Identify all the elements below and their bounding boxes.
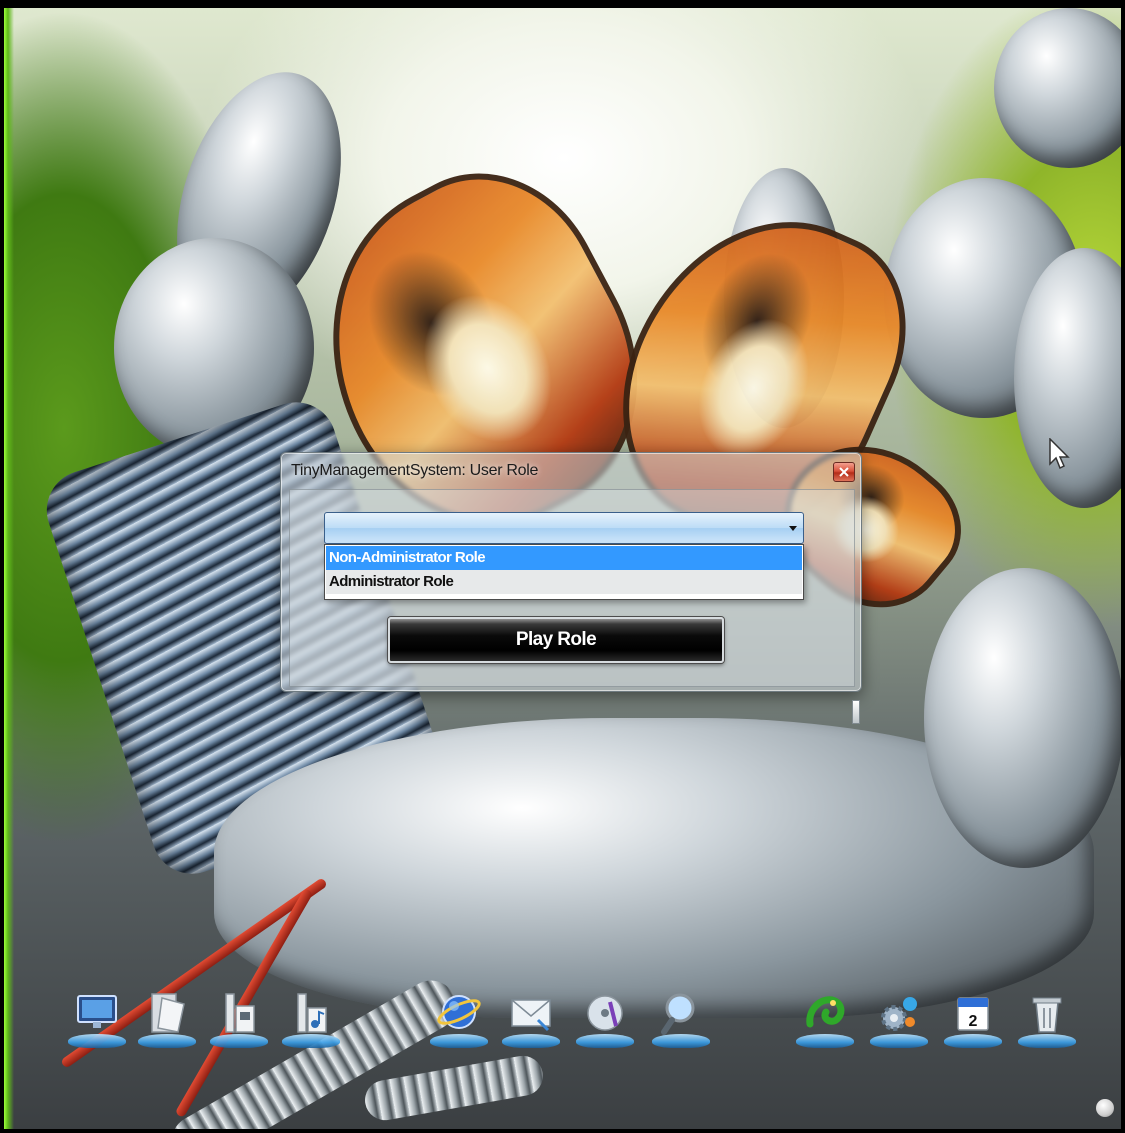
dock-shelf: [576, 1034, 634, 1048]
dialog-body: Non-Administrator Role Administrator Rol…: [289, 489, 860, 724]
dock-shelf: [796, 1034, 854, 1048]
dock-item-media[interactable]: [574, 986, 636, 1056]
role-dropdown-list: Non-Administrator Role Administrator Rol…: [324, 544, 804, 600]
wallpaper-robot-finger-right-top: [994, 8, 1121, 168]
internet-globe-icon: [437, 995, 481, 1029]
play-role-button[interactable]: Play Role: [388, 617, 724, 663]
settings-gear-icon: [881, 997, 917, 1031]
dock-item-music-folder[interactable]: [280, 986, 342, 1056]
desktop-screen: TinyManagementSystem: User Role Non-Admi…: [0, 0, 1125, 1133]
calendar-day: 2: [969, 1013, 978, 1030]
option-non-administrator-role[interactable]: Non-Administrator Role: [326, 546, 802, 570]
search-icon: [661, 993, 695, 1035]
dock-item-settings[interactable]: [868, 986, 930, 1056]
dock-shelf: [210, 1034, 268, 1048]
dock-shelf: [502, 1034, 560, 1048]
dock-shelf: [138, 1034, 196, 1048]
dock-item-calendar[interactable]: 2: [942, 986, 1004, 1056]
dropdown-toggle[interactable]: [783, 513, 803, 543]
gecko-app-icon: [806, 996, 845, 1028]
dock-shelf: [652, 1034, 710, 1048]
dock-shelf: [68, 1034, 126, 1048]
music-folder-icon: [297, 993, 327, 1033]
dock-shelf: [282, 1034, 340, 1048]
dock-shelf: [1018, 1034, 1076, 1048]
wallpaper-robot-joint-right: [924, 568, 1121, 868]
dialog-title: TinyManagementSystem: User Role: [291, 462, 539, 479]
calendar-icon: 2: [957, 997, 989, 1031]
mouse-cursor-icon: [1049, 438, 1070, 470]
dock-item-recycle-bin[interactable]: [1016, 986, 1078, 1056]
wallpaper-left-glow-edge: [4, 8, 14, 1129]
dock-item-gecko-app[interactable]: [794, 986, 856, 1056]
close-button[interactable]: [833, 462, 855, 482]
dock-item-search[interactable]: [650, 986, 712, 1056]
role-select-dropdown[interactable]: [324, 512, 804, 544]
dock-item-monitor[interactable]: [66, 986, 128, 1056]
dock-item-internet[interactable]: [428, 986, 490, 1056]
scroll-grip[interactable]: [852, 700, 860, 724]
close-icon: [839, 467, 849, 477]
mail-icon: [511, 999, 551, 1032]
dock-item-mail[interactable]: [500, 986, 562, 1056]
file-folder-icon: [225, 993, 255, 1033]
media-disc-icon: [587, 995, 623, 1031]
dialog-titlebar[interactable]: TinyManagementSystem: User Role: [281, 453, 861, 489]
dock-shelf: [870, 1034, 928, 1048]
corner-indicator-dot: [1096, 1099, 1114, 1117]
user-role-dialog: TinyManagementSystem: User Role Non-Admi…: [280, 452, 862, 724]
dock-item-documents[interactable]: [136, 986, 198, 1056]
dock-shelf: [430, 1034, 488, 1048]
chevron-down-icon: [789, 526, 797, 531]
desktop-dock: 2: [60, 986, 1100, 1066]
monitor-icon: [77, 995, 117, 1028]
dock-shelf: [944, 1034, 1002, 1048]
option-administrator-role[interactable]: Administrator Role: [326, 570, 802, 594]
dock-item-file-folder[interactable]: [208, 986, 270, 1056]
recycle-bin-icon: [1032, 997, 1062, 1033]
documents-folder-icon: [151, 993, 185, 1033]
